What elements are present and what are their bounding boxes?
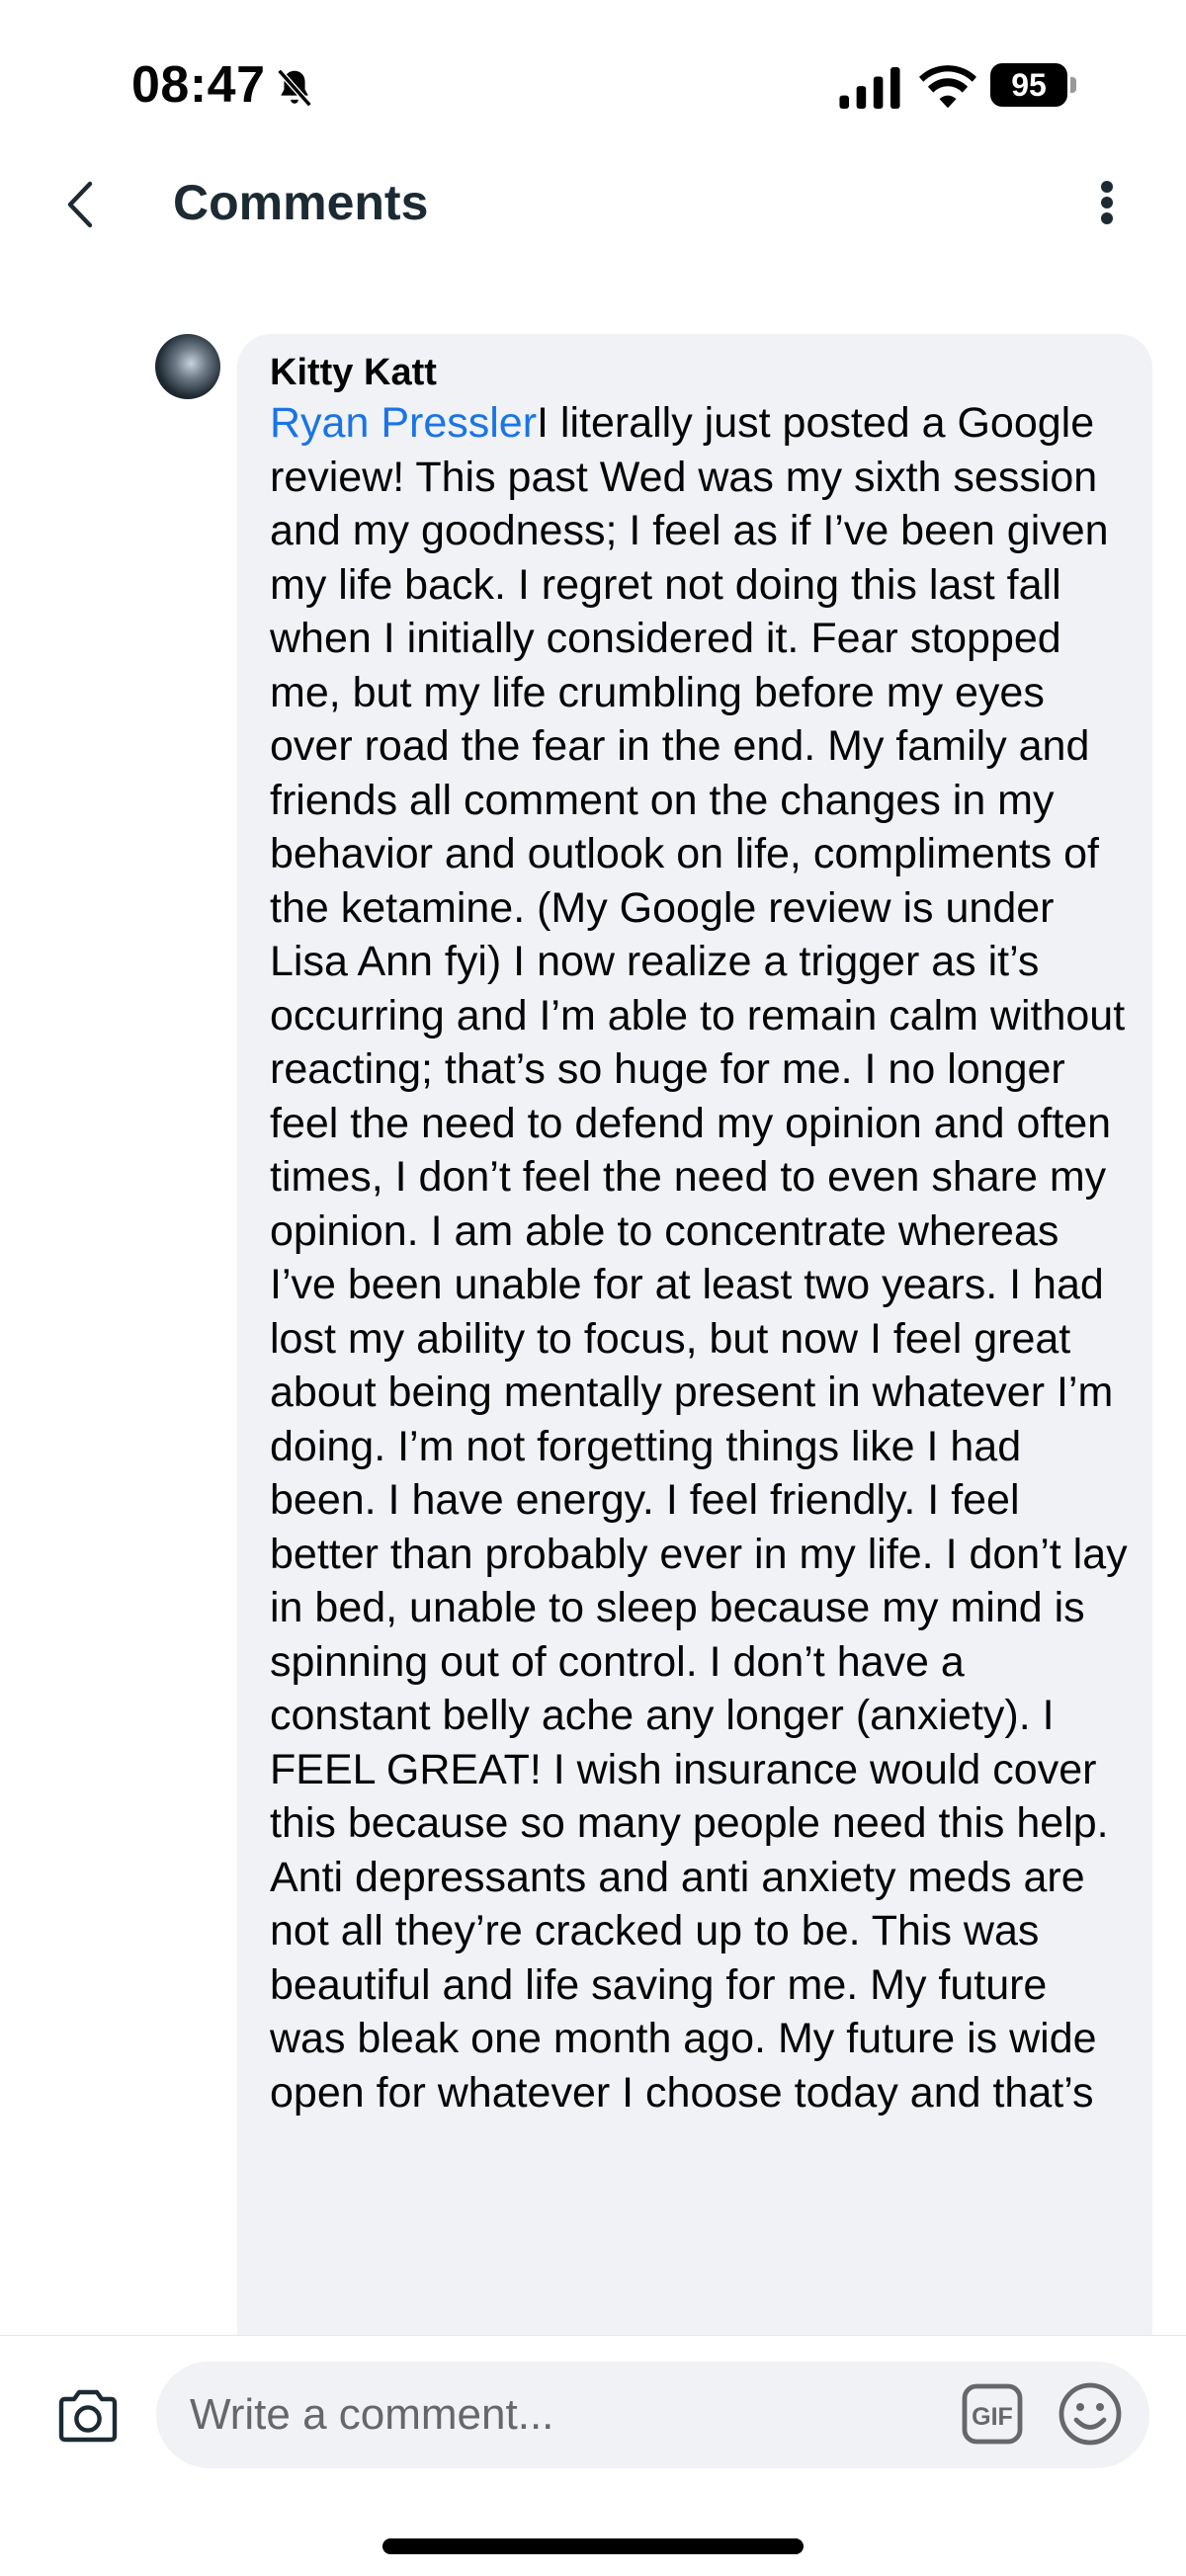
cellular-signal-icon <box>839 67 900 109</box>
comment-text: I literally just posted a Google review!… <box>270 399 1128 2117</box>
comment-body: Ryan PresslerI literally just posted a G… <box>270 396 1130 2119</box>
home-indicator[interactable] <box>382 2538 804 2554</box>
page-title: Comments <box>173 175 429 230</box>
gif-label: GIF <box>972 2403 1013 2431</box>
more-vertical-icon <box>1101 181 1113 224</box>
battery-icon: 95 <box>990 63 1079 109</box>
gif-icon[interactable]: GIF <box>962 2383 1023 2445</box>
back-button[interactable] <box>51 170 111 239</box>
bell-slash-icon <box>277 68 312 108</box>
camera-icon <box>58 2389 118 2443</box>
battery-cap <box>1070 77 1076 93</box>
comments-header: Comments <box>0 148 1186 277</box>
avatar[interactable] <box>155 334 220 399</box>
comment-input-placeholder: Write a comment... <box>190 2390 554 2439</box>
camera-button[interactable] <box>55 2383 121 2449</box>
status-time: 08:47 <box>131 56 266 114</box>
wifi-icon <box>919 65 976 109</box>
chevron-left-icon <box>67 181 93 228</box>
battery-level: 95 <box>990 63 1067 107</box>
status-bar: 08:47 95 <box>0 0 1186 158</box>
comment-author[interactable]: Kitty Katt <box>270 352 437 394</box>
emoji-icon[interactable] <box>1058 2381 1123 2447</box>
mention-link[interactable]: Ryan Pressler <box>270 399 537 447</box>
more-options-button[interactable] <box>1077 168 1137 237</box>
